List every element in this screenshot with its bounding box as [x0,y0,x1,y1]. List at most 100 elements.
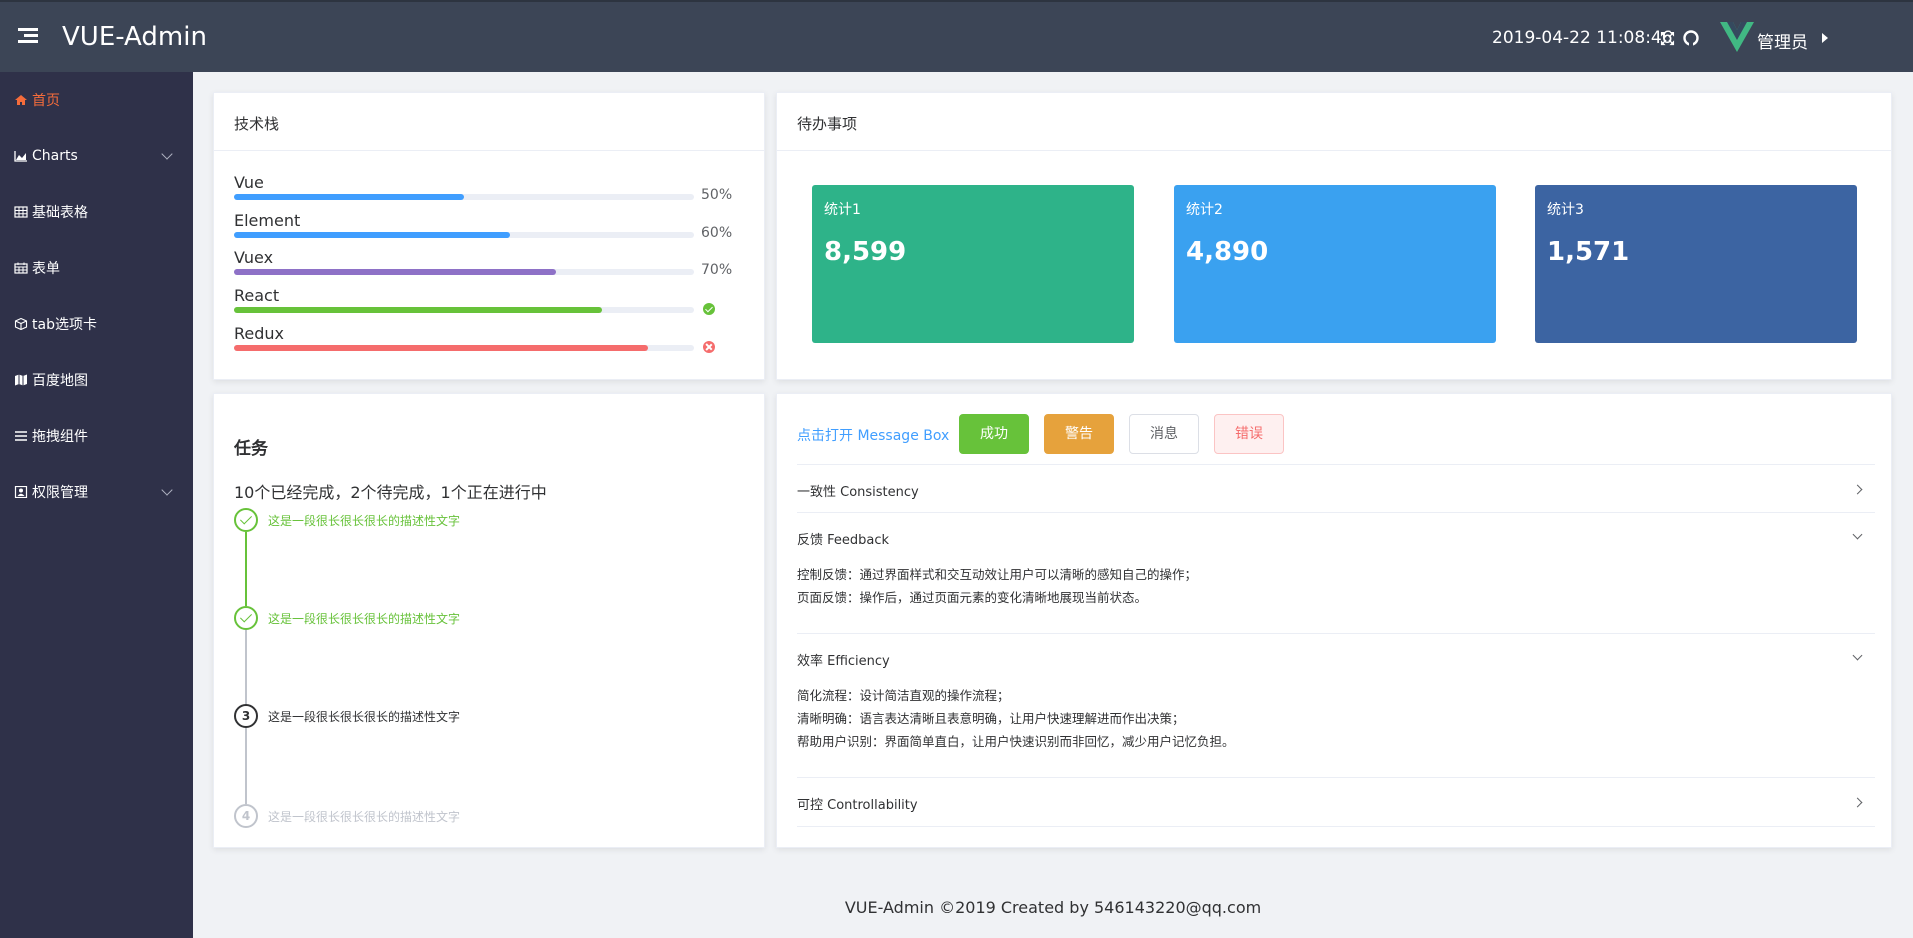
tech-name: Element [234,211,301,230]
tasks-summary: 10个已经完成，2个待完成，1个正在进行中 [234,483,547,502]
success-button[interactable]: 成功 [959,414,1029,454]
caret-right-icon[interactable] [1822,33,1828,43]
collapse-item-feedback[interactable]: 反馈 Feedback 控制反馈：通过界面样式和交互动效让用户可以清晰的感知自己… [797,513,1875,634]
footer-text: VUE-Admin ©2019 Created by 546143220@qq.… [844,898,1262,917]
progress-track [234,345,694,351]
collapse-item-efficiency[interactable]: 效率 Efficiency 简化流程：设计简洁直观的操作流程； 清晰明确：语言表… [797,634,1875,778]
sidebar-item-label: 表单 [32,261,60,277]
sidebar-item-charts[interactable]: Charts [0,128,193,184]
collapse-line: 简化流程：设计简洁直观的操作流程； [797,688,1010,703]
collapse-title: 一致性 Consistency [797,485,919,500]
sidebar-item-label: Charts [32,148,78,164]
stat-box: 统计2 4,890 [1174,185,1496,343]
sidebar-item-home[interactable]: 首页 [0,72,193,128]
sidebar-item-label: 权限管理 [32,485,88,501]
step-connector [245,532,247,606]
collapse-title: 可控 Controllability [797,798,918,813]
area-chart-icon [14,151,27,162]
step-text: 这是一段很长很长很长的描述性文字 [268,810,461,824]
table-icon [14,206,28,218]
chevron-down-icon [1852,650,1863,661]
stat-value: 4,890 [1186,237,1269,267]
sidebar-item-permissions[interactable]: 权限管理 [0,464,193,520]
sidebar-item-tabs[interactable]: tab选项卡 [0,296,193,352]
user-dropdown[interactable]: 管理员 [1757,28,1808,53]
step-text: 这是一段很长很长很长的描述性文字 [268,710,461,724]
progress-fill [234,194,464,200]
check-circle-icon [703,303,715,315]
warning-button[interactable]: 警告 [1044,414,1114,454]
step-number: 4 [234,804,258,828]
progress-fill [234,232,510,238]
calendar-icon [14,262,28,274]
close-circle-icon [703,341,715,353]
card-title: 待办事项 [777,93,1891,151]
progress-fill [234,307,602,313]
step-check-icon [234,508,258,532]
step-text: 这是一段很长很长很长的描述性文字 [268,514,461,528]
tech-name: Vue [234,173,264,192]
tech-stack-card: 技术栈 Vue 50% Element 60% Vuex 70% React R… [213,92,765,380]
sidebar-item-basic-table[interactable]: 基础表格 [0,184,193,240]
sidebar-item-baidu-map[interactable]: 百度地图 [0,352,193,408]
stat-value: 1,571 [1547,237,1630,267]
collapse-line: 清晰明确：语言表达清晰且表意明确，让用户快速理解进而作出决策； [797,711,1185,726]
collapse-line: 控制反馈：通过界面样式和交互动效让用户可以清晰的感知自己的操作； [797,567,1198,582]
chevron-right-icon [1852,797,1863,808]
step-connector [245,728,247,804]
sidebar-item-form[interactable]: 表单 [0,240,193,296]
collapse-card: 点击打开 Message Box 成功 警告 消息 错误 一致性 Consist… [776,393,1892,848]
info-button[interactable]: 消息 [1129,414,1199,454]
menu-toggle-icon[interactable] [18,28,38,44]
app-title: VUE-Admin [62,22,207,52]
fullscreen-icon[interactable] [1660,31,1675,46]
progress-track [234,232,694,238]
collapse-line: 帮助用户识别：界面简单直白，让用户快速识别而非回忆，减少用户记忆负担。 [797,734,1235,749]
sidebar-item-label: 基础表格 [32,205,88,221]
progress-percent: 50% [701,187,733,203]
tech-name: Redux [234,324,285,343]
error-button[interactable]: 错误 [1214,414,1284,454]
chevron-down-icon [1852,529,1863,540]
list-icon [15,431,27,441]
stat-box: 统计1 8,599 [812,185,1134,343]
stat-box: 统计3 1,571 [1535,185,1857,343]
open-message-box-link[interactable]: 点击打开 Message Box [797,425,949,445]
step-text: 这是一段很长很长很长的描述性文字 [268,612,461,626]
user-badge-icon [14,486,28,498]
stat-value: 8,599 [824,237,907,267]
collapse-title: 效率 Efficiency [797,654,890,669]
tasks-card: 任务 10个已经完成，2个待完成，1个正在进行中 这是一段很长很长很长的描述性文… [213,393,765,848]
stat-label: 统计2 [1186,202,1223,218]
sidebar-item-label: 首页 [32,93,60,109]
github-icon[interactable] [1683,30,1699,46]
collapse-item-controllability[interactable]: 可控 Controllability [797,778,1875,827]
progress-percent: 70% [701,262,733,278]
collapse-line: 页面反馈：操作后，通过页面元素的变化清晰地展现当前状态。 [797,590,1148,605]
progress-track [234,269,694,275]
tech-name: Vuex [234,248,274,267]
step-connector [245,630,247,704]
progress-fill [234,345,648,351]
current-datetime: 2019-04-22 11:08:46 [1492,28,1673,48]
sidebar-item-label: 拖拽组件 [32,429,88,445]
map-icon [15,374,27,386]
stat-label: 统计3 [1547,202,1584,218]
chevron-down-icon [161,148,173,160]
collapse-body: 控制反馈：通过界面样式和交互动效让用户可以清晰的感知自己的操作； 页面反馈：操作… [797,563,1197,609]
sidebar: 首页 Charts 基础表格 表单 tab选项卡 百度地图 拖拽组件 权限管理 [0,72,193,938]
cube-icon [14,318,28,330]
collapse-item-consistency[interactable]: 一致性 Consistency [797,464,1875,513]
progress-fill [234,269,556,275]
tech-name: React [234,286,280,305]
sidebar-item-drag[interactable]: 拖拽组件 [0,408,193,464]
stat-label: 统计1 [824,202,861,218]
card-title: 技术栈 [214,93,764,151]
chevron-down-icon [161,484,173,496]
progress-percent: 60% [701,225,733,241]
step-number: 3 [234,704,258,728]
chevron-right-icon [1852,484,1863,495]
vue-logo-icon [1720,22,1754,52]
tasks-title: 任务 [234,439,268,459]
home-icon [15,95,27,105]
